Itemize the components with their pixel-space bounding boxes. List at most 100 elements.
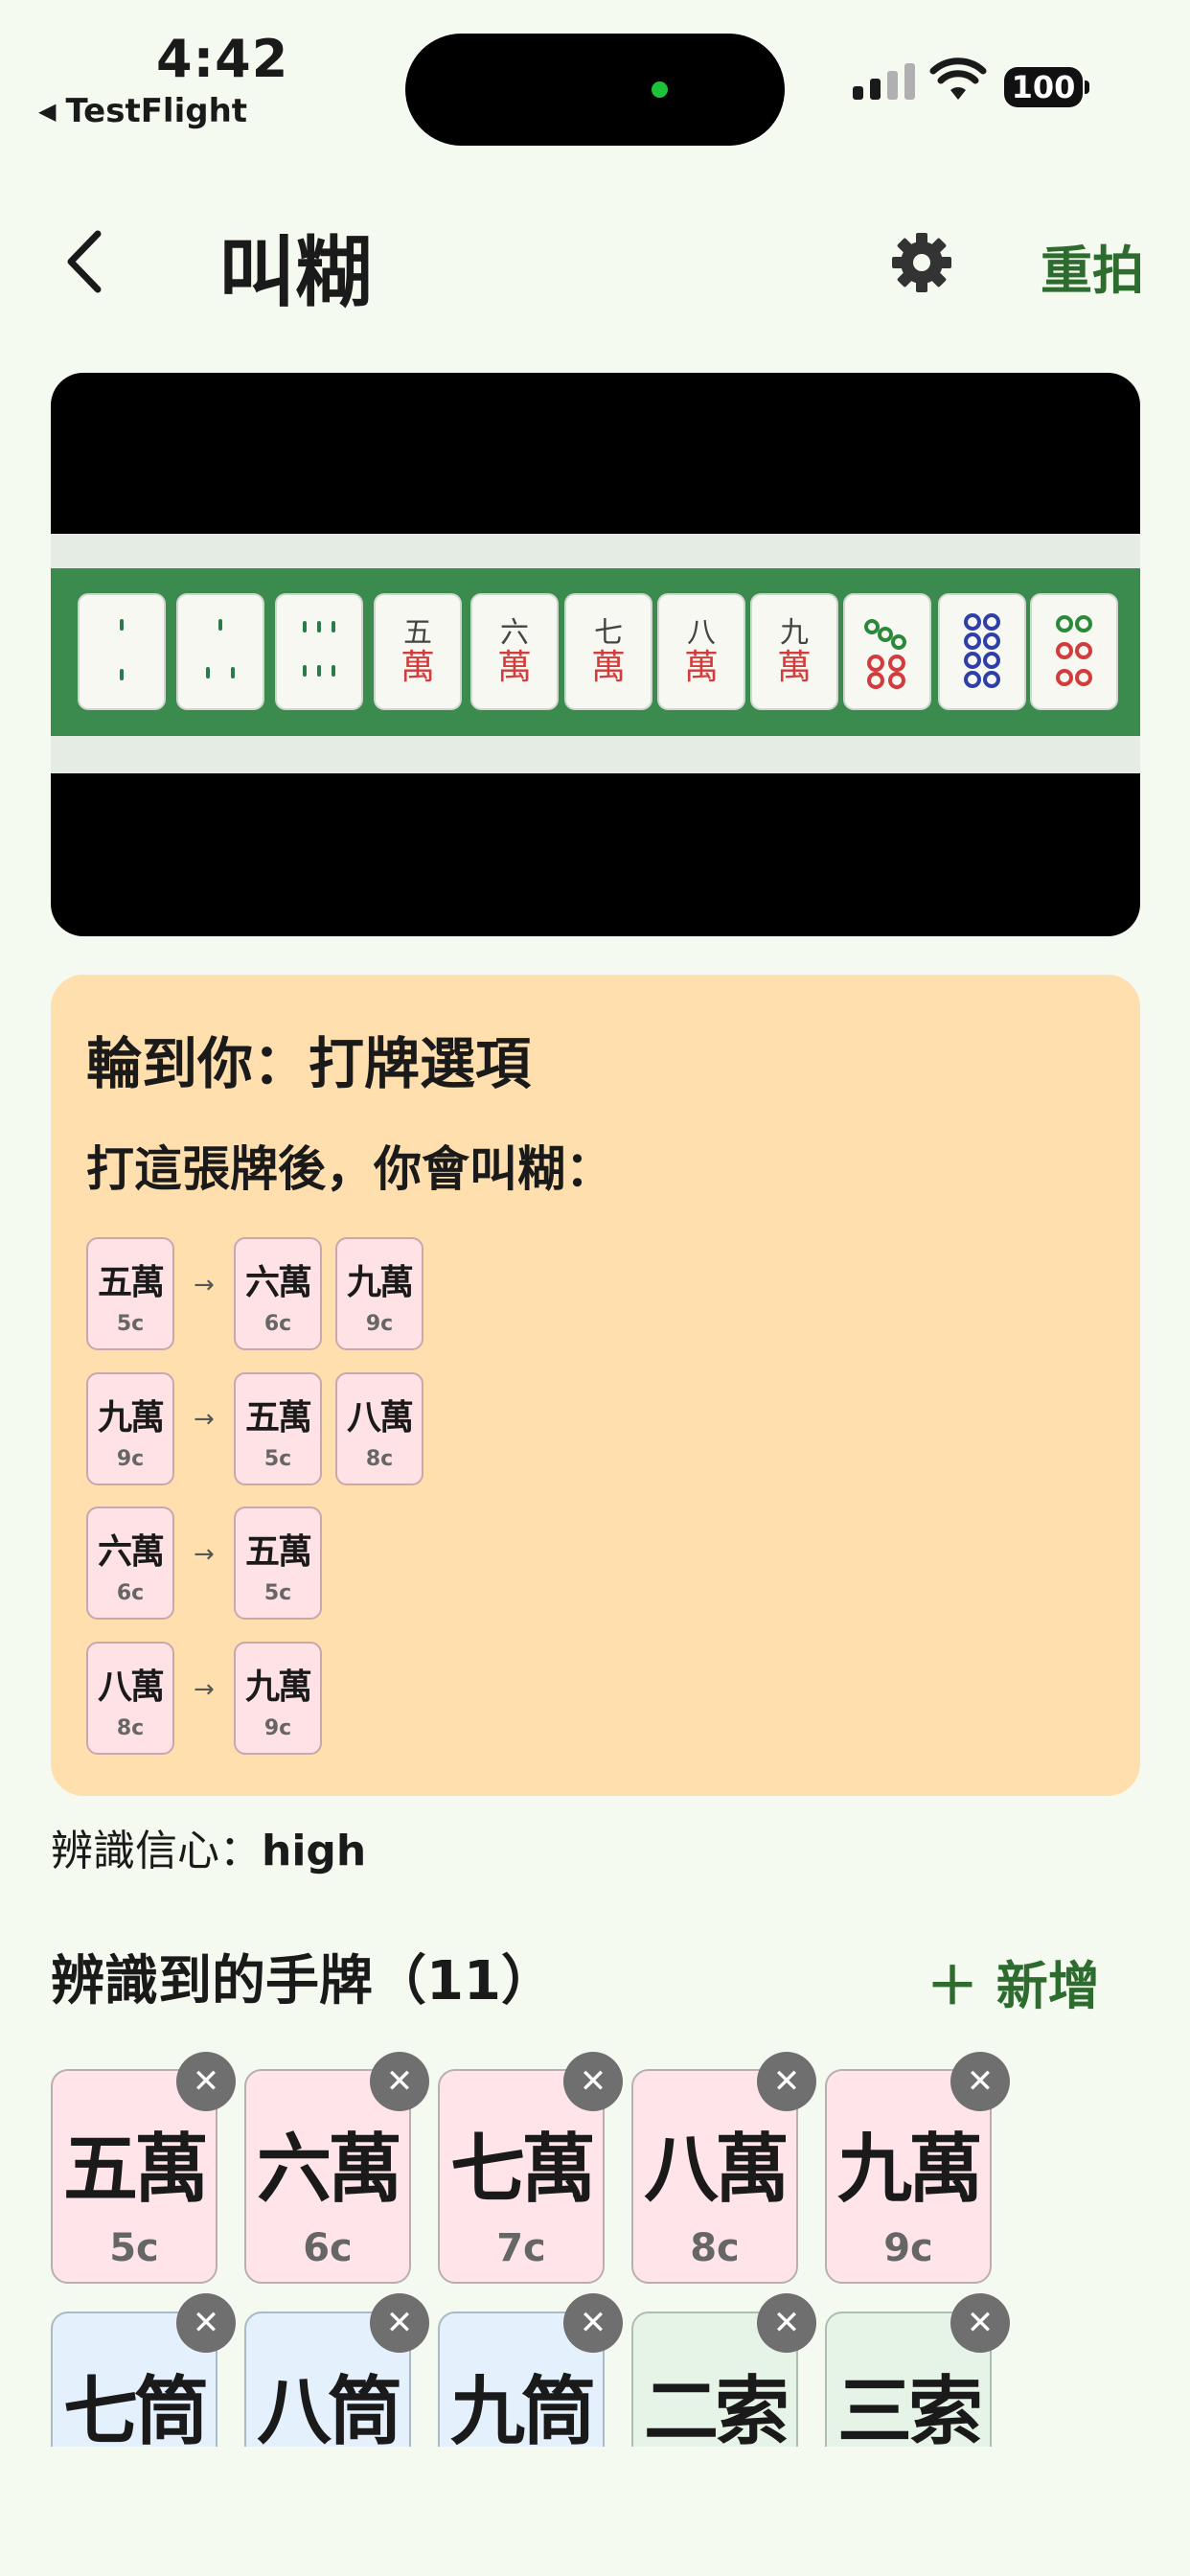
tile-code: 7c [496, 2226, 546, 2270]
arrow-right-icon: → [194, 1675, 215, 1704]
tile-code: 6c [263, 1312, 292, 1336]
remove-tile-button[interactable]: ✕ [950, 2052, 1010, 2111]
options-subtitle: 打這張牌後，你會叫糊： [86, 1141, 613, 1197]
tile-name: 九萬 [244, 1668, 312, 1707]
hand-section-title: 辨識到的手牌（11） [51, 1950, 555, 2012]
tile-name: 五萬 [244, 1532, 312, 1572]
photo-tile-char: 八萬 [659, 595, 744, 708]
photo-tile-char: 七萬 [566, 595, 651, 708]
confidence-label: 辨識信心： [51, 1827, 262, 1875]
scroll-clip-area [0, 2447, 1190, 2576]
photo-tile-suit: 萬 [496, 647, 532, 687]
photo-tile-suit: 萬 [590, 647, 626, 687]
wifi-icon [929, 58, 987, 100]
tile-name: 八萬 [97, 1668, 165, 1707]
tile-name: 二索 [643, 2369, 790, 2455]
tile-name: 五萬 [97, 1263, 165, 1302]
photo-tile-number: 九 [780, 615, 809, 650]
retake-button[interactable]: 重拍 [1041, 228, 1144, 304]
tile-code: 6c [116, 1581, 145, 1605]
captured-photo: 五萬 六萬 七萬 八萬 九萬 [51, 373, 1140, 936]
remove-tile-button[interactable]: ✕ [176, 2052, 236, 2111]
tile-code: 9c [263, 1716, 292, 1740]
tile-code: 8c [365, 1447, 394, 1471]
tile-name: 九萬 [97, 1398, 165, 1438]
tile-name: 八萬 [346, 1398, 414, 1438]
arrow-right-icon: → [194, 1405, 215, 1434]
remove-tile-button[interactable]: ✕ [370, 2052, 429, 2111]
gear-icon[interactable] [890, 231, 953, 294]
discard-tile[interactable]: 八萬 8c [86, 1642, 174, 1755]
tile-code: 5c [116, 1312, 145, 1336]
tile-code: 8c [690, 2226, 740, 2270]
back-app-label: TestFlight [65, 92, 248, 130]
tile-code: 8c [116, 1716, 145, 1740]
back-triangle-icon: ◀ [38, 98, 57, 125]
tile-name: 六萬 [97, 1532, 165, 1572]
photo-tile-number: 七 [594, 615, 623, 650]
discard-tile[interactable]: 六萬 6c [86, 1506, 174, 1620]
tile-name: 九筒 [449, 2369, 596, 2455]
options-title: 輪到你：打牌選項 [86, 1031, 532, 1096]
wait-tile: 五萬 5c [234, 1506, 322, 1620]
photo-tile-dots-9 [1032, 595, 1116, 708]
tile-code: 6c [303, 2226, 353, 2270]
tile-name: 六萬 [244, 1263, 312, 1302]
dynamic-island [405, 34, 785, 146]
remove-tile-button[interactable]: ✕ [563, 2052, 623, 2111]
arrow-right-icon: → [194, 1540, 215, 1569]
photo-tile-suit: 萬 [683, 647, 719, 687]
photo-tile-bamboo-3 [178, 595, 263, 708]
wait-tile: 八萬 8c [335, 1372, 423, 1485]
photo-tile-number: 五 [403, 615, 432, 650]
photo-tile-dots-7 [845, 595, 929, 708]
add-tile-button[interactable]: ＋ 新增 [927, 1944, 1100, 2019]
tile-name: 七筒 [62, 2369, 209, 2455]
cellular-signal-icon [853, 63, 915, 100]
photo-tile-char: 五萬 [376, 595, 460, 708]
remove-tile-button[interactable]: ✕ [563, 2293, 623, 2353]
camera-indicator-icon [652, 81, 668, 98]
back-chevron-icon[interactable] [63, 228, 105, 295]
page-title: 叫糊 [218, 228, 372, 317]
tile-name: 五萬 [244, 1398, 312, 1438]
photo-tile-bamboo-2 [80, 595, 164, 708]
photo-tile-bamboo-6 [277, 595, 361, 708]
photo-tile-number: 八 [687, 615, 716, 650]
photo-tile-number: 六 [500, 615, 529, 650]
tile-code: 5c [263, 1447, 292, 1471]
tile-code: 5c [109, 2226, 159, 2270]
remove-tile-button[interactable]: ✕ [757, 2052, 816, 2111]
battery-cap [1085, 80, 1089, 94]
tile-code: 9c [116, 1447, 145, 1471]
status-time: 4:42 [156, 29, 289, 89]
wait-tile: 九萬 9c [234, 1642, 322, 1755]
tile-name: 三索 [836, 2369, 983, 2455]
photo-tile-char: 六萬 [472, 595, 557, 708]
tile-name: 五萬 [62, 2127, 209, 2213]
wait-tile: 六萬 6c [234, 1237, 322, 1350]
tile-name: 七萬 [449, 2127, 596, 2213]
remove-tile-button[interactable]: ✕ [950, 2293, 1010, 2353]
back-to-app-link[interactable]: ◀ TestFlight [38, 92, 247, 130]
remove-tile-button[interactable]: ✕ [370, 2293, 429, 2353]
remove-tile-button[interactable]: ✕ [176, 2293, 236, 2353]
tile-code: 5c [263, 1581, 292, 1605]
remove-tile-button[interactable]: ✕ [757, 2293, 816, 2353]
tile-name: 六萬 [256, 2127, 402, 2213]
wait-tile: 九萬 9c [335, 1237, 423, 1350]
photo-tile-char: 九萬 [752, 595, 836, 708]
photo-tile-suit: 萬 [776, 647, 812, 687]
photo-tile-suit: 萬 [400, 647, 435, 687]
wait-tile: 五萬 5c [234, 1372, 322, 1485]
confidence-text: 辨識信心：high [51, 1816, 366, 1877]
discard-tile[interactable]: 五萬 5c [86, 1237, 174, 1350]
photo-tile-dots-8 [940, 595, 1024, 708]
tile-name: 八筒 [256, 2369, 402, 2455]
tile-name: 九萬 [346, 1263, 414, 1302]
discard-tile[interactable]: 九萬 9c [86, 1372, 174, 1485]
tile-name: 九萬 [836, 2127, 983, 2213]
tile-name: 八萬 [643, 2127, 790, 2213]
arrow-right-icon: → [194, 1271, 215, 1300]
confidence-value: high [262, 1827, 367, 1875]
